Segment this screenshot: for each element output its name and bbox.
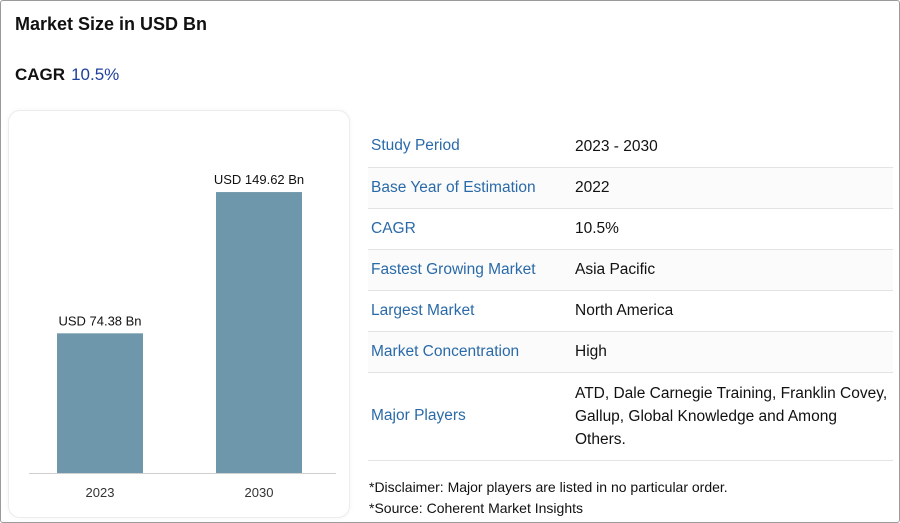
table-row: Fastest Growing Market Asia Pacific (368, 249, 893, 291)
row-label: CAGR (368, 208, 571, 250)
row-value: 2022 (571, 167, 893, 209)
row-value: North America (571, 290, 893, 332)
source-note: *Source: Coherent Market Insights (369, 500, 583, 516)
row-value: 10.5% (571, 208, 893, 250)
x-tick-label: 2030 (245, 485, 274, 500)
row-label: Market Concentration (368, 331, 571, 373)
table-row: Base Year of Estimation 2022 (368, 167, 893, 209)
page-title: Market Size in USD Bn (15, 14, 208, 34)
row-value: ATD, Dale Carnegie Training, Franklin Co… (571, 372, 893, 461)
table-row: Major Players ATD, Dale Carnegie Training… (368, 372, 893, 461)
row-label: Fastest Growing Market (368, 249, 571, 291)
table-row: CAGR 10.5% (368, 208, 893, 250)
table-row: Largest Market North America (368, 290, 893, 332)
market-size-chart-card: USD 74.38 Bn 2023 USD 149.62 Bn 2030 (8, 110, 350, 518)
row-label: Major Players (368, 372, 571, 461)
disclaimer-note: *Disclaimer: Major players are listed in… (369, 479, 728, 495)
market-info-table: Study Period 2023 - 2030 Base Year of Esti… (368, 126, 893, 461)
row-label: Largest Market (368, 290, 571, 332)
market-size-bar-chart: USD 74.38 Bn 2023 USD 149.62 Bn 2030 (29, 172, 336, 500)
row-value: 2023 - 2030 (571, 126, 893, 168)
table-row: Study Period 2023 - 2030 (368, 126, 893, 168)
cagr-summary: CAGR 10.5% (15, 65, 119, 85)
footnotes: *Disclaimer: Major players are listed in… (369, 477, 728, 519)
row-value: Asia Pacific (571, 249, 893, 291)
table-row: Market Concentration High (368, 331, 893, 373)
row-label: Base Year of Estimation (368, 167, 571, 209)
x-tick-label: 2023 (86, 485, 115, 500)
cagr-value: 10.5% (71, 65, 120, 84)
row-value: High (571, 331, 893, 373)
bar-2030 (216, 192, 302, 474)
bar-2023 (57, 333, 143, 473)
cagr-label: CAGR (15, 65, 66, 84)
bar-data-label: USD 149.62 Bn (214, 172, 304, 187)
bar-data-label: USD 74.38 Bn (58, 313, 141, 328)
row-label: Study Period (368, 126, 571, 168)
